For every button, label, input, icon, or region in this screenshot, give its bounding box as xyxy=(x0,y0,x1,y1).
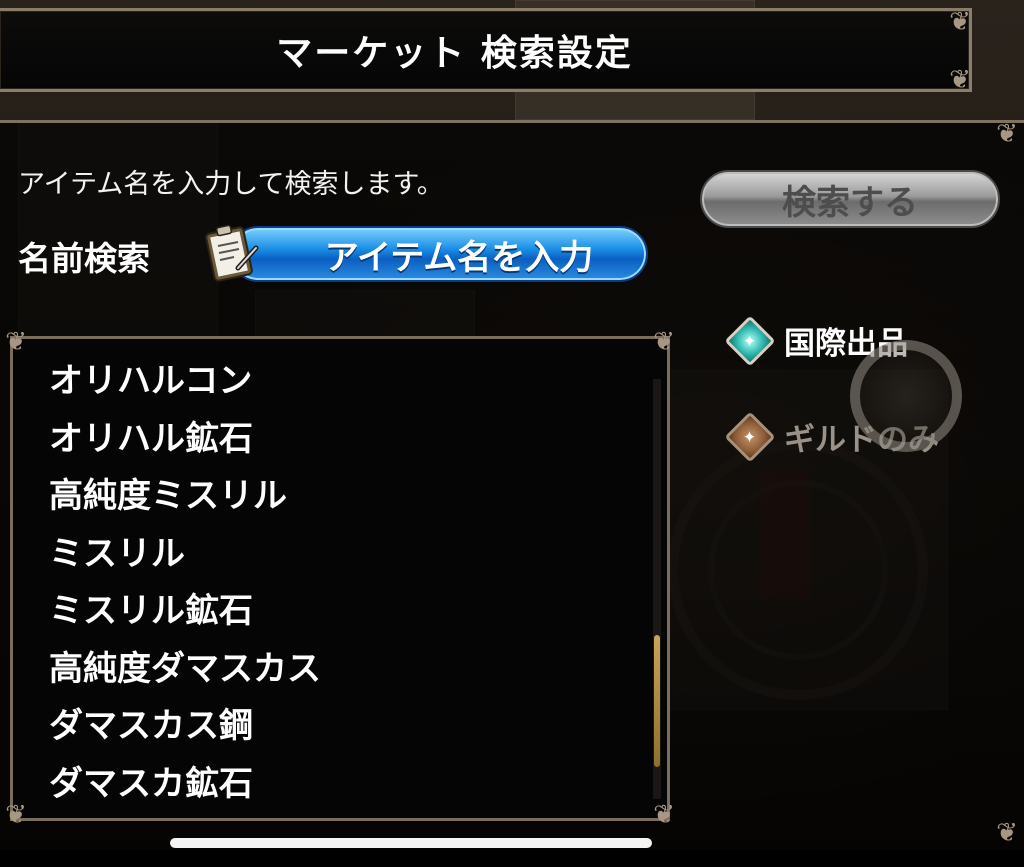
name-search-label: 名前検索 xyxy=(18,239,150,278)
result-items: オリハルコン オリハル鉱石 高純度ミスリル ミスリル ミスリル鉱石 高純度ダマス… xyxy=(49,353,639,813)
list-item[interactable]: オリハル鉱石 xyxy=(49,411,639,469)
item-name-input[interactable]: アイテム名を入力 xyxy=(230,226,648,282)
corner-ornament-icon: ❦ xyxy=(5,327,27,357)
diamond-unselected-icon: ✦ xyxy=(724,411,776,462)
scrollbar-thumb[interactable] xyxy=(654,635,660,767)
touch-indicator xyxy=(850,340,962,452)
list-scrollbar[interactable] xyxy=(653,379,661,799)
corner-ornament-icon: ❦ xyxy=(949,65,971,95)
clipboard-icon xyxy=(205,224,259,282)
bottom-strip xyxy=(0,850,1024,867)
corner-ornament-icon: ❦ xyxy=(653,800,675,830)
list-item[interactable]: オリハルコン xyxy=(49,353,639,411)
diamond-selected-icon: ✦ xyxy=(724,315,776,366)
page-title: マーケット 検索設定 xyxy=(276,33,633,74)
result-list: ❦ ❦ ❦ ❦ オリハルコン オリハル鉱石 高純度ミスリル ミスリル ミスリル鉱… xyxy=(5,327,675,830)
list-item[interactable]: 高純度ダマスカス xyxy=(49,641,639,699)
list-item[interactable]: ダマスカス鋼 xyxy=(49,698,639,756)
list-item[interactable]: 高純度ミスリル xyxy=(49,468,639,526)
corner-ornament-icon: ❦ xyxy=(949,7,971,37)
list-item[interactable]: ミスリル xyxy=(49,526,639,584)
title-bar: マーケット 検索設定 ❦ ❦ xyxy=(0,7,972,95)
corner-ornament-icon: ❦ xyxy=(653,327,675,357)
home-indicator[interactable] xyxy=(170,838,652,848)
corner-ornament-icon: ❦ xyxy=(996,818,1018,848)
list-item[interactable]: ミスリル鉱石 xyxy=(49,583,639,641)
corner-ornament-icon: ❦ xyxy=(996,119,1018,149)
corner-ornament-icon: ❦ xyxy=(5,800,27,830)
list-item[interactable]: ダマスカ鉱石 xyxy=(49,756,639,814)
search-button[interactable]: 検索する xyxy=(700,170,1000,228)
search-instruction: アイテム名を入力して検索します。 xyxy=(18,169,444,200)
